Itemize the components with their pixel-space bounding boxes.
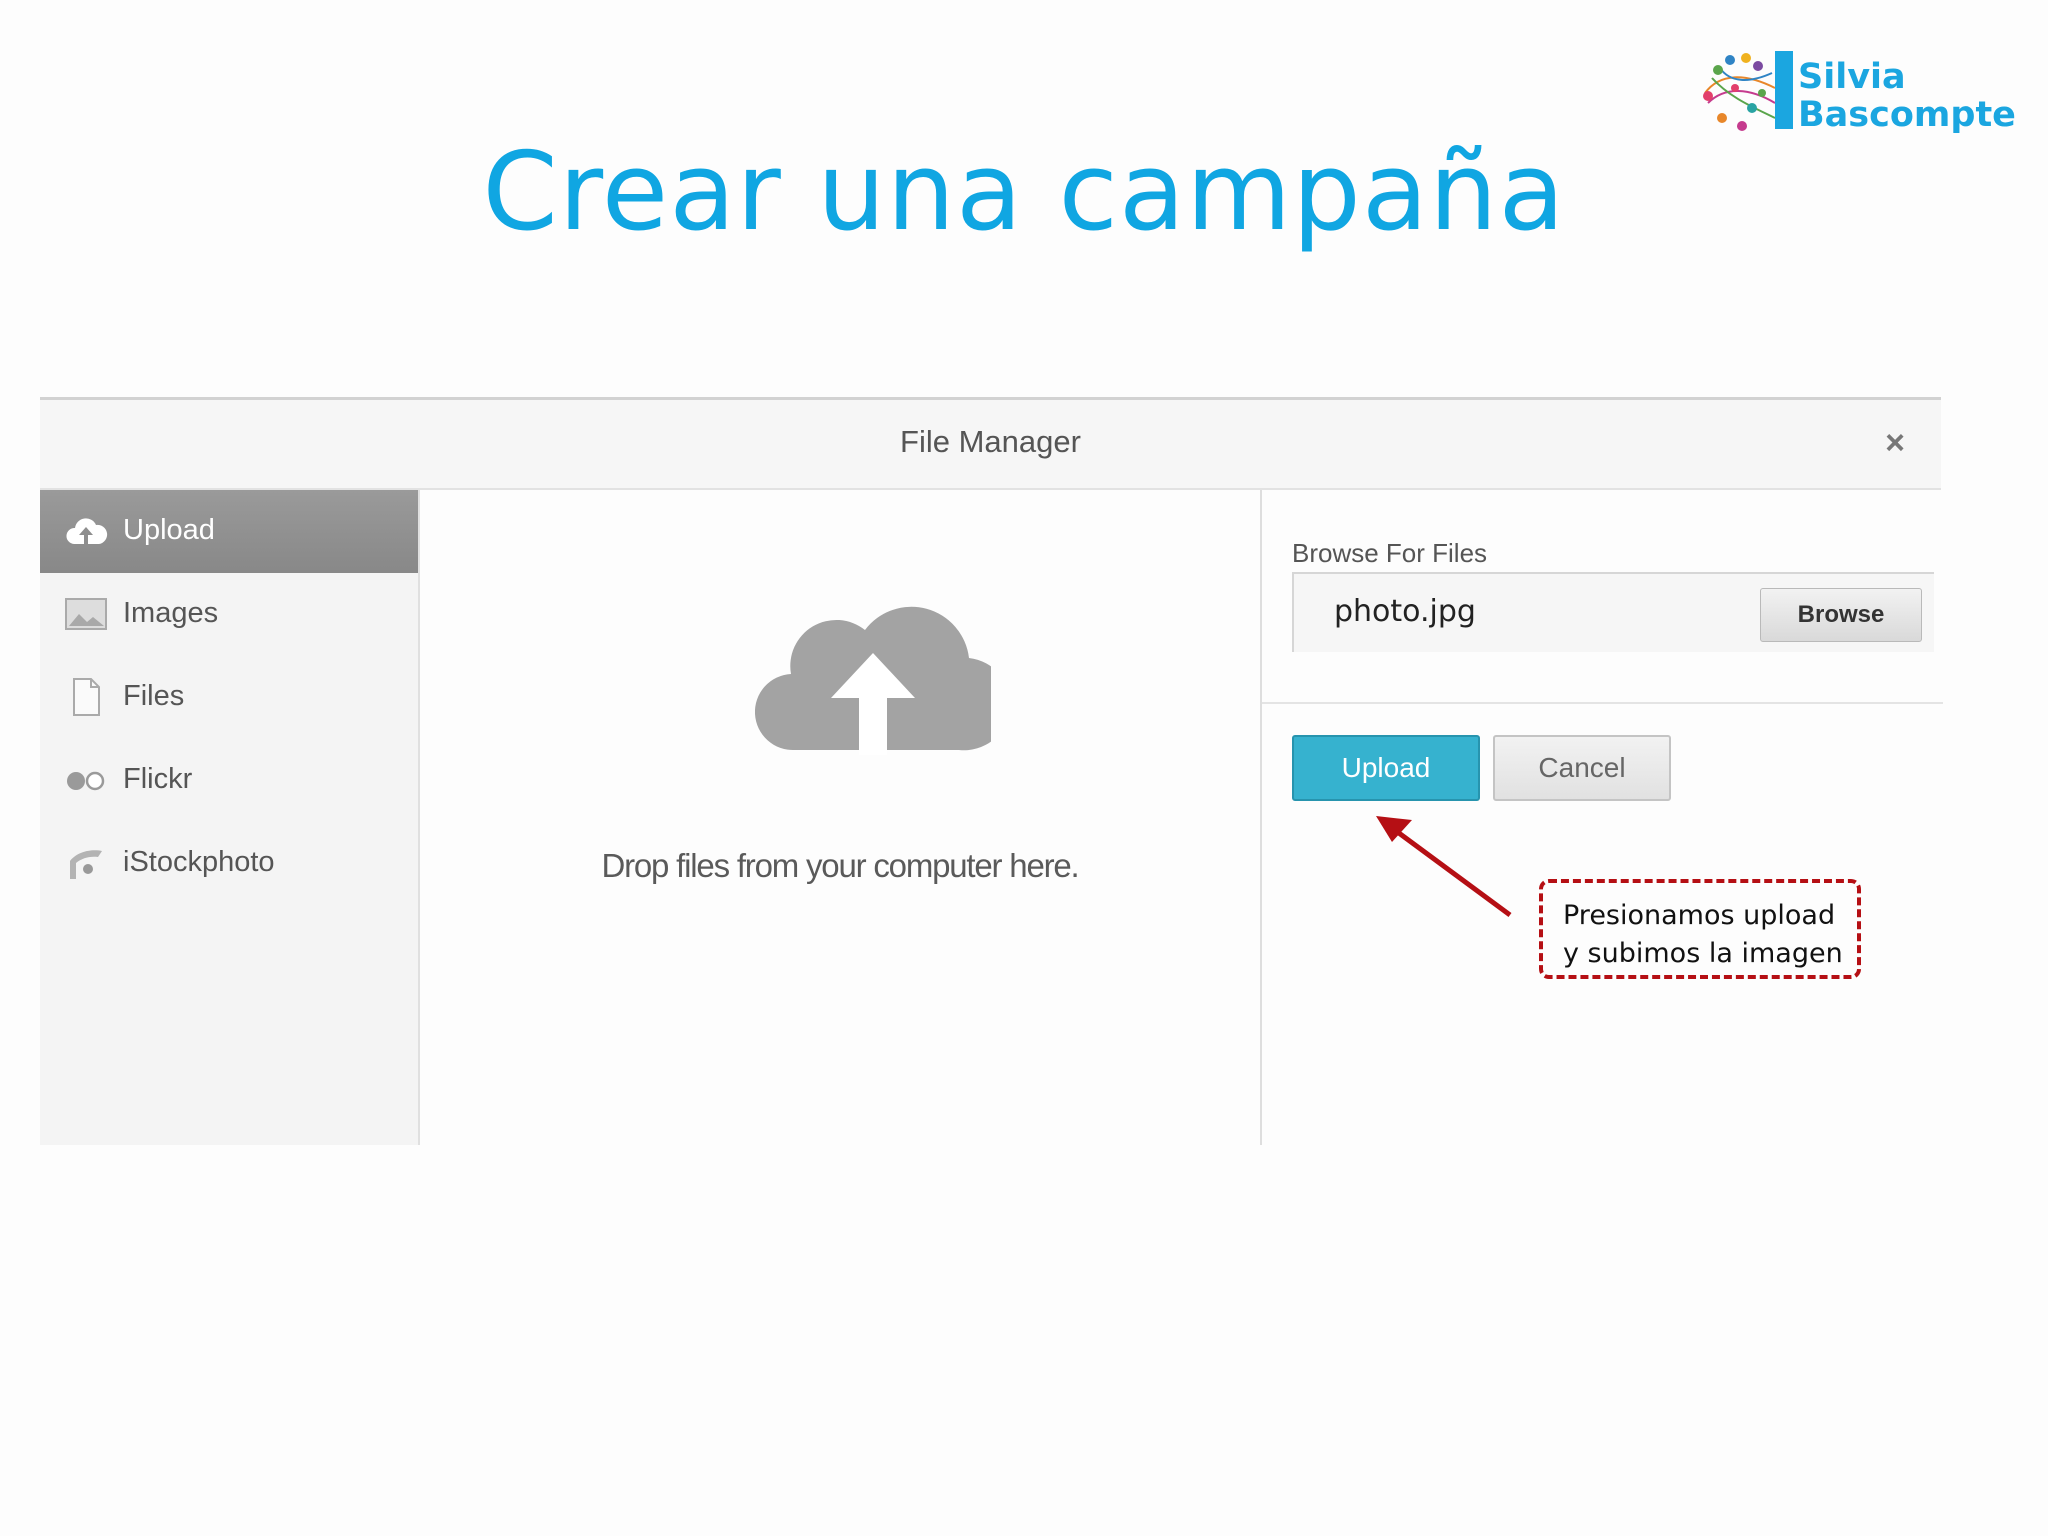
upload-button[interactable]: Upload — [1292, 735, 1480, 801]
slide-title: Crear una campaña — [482, 130, 1566, 255]
istockphoto-icon — [70, 850, 102, 879]
sidebar-item-files[interactable]: Files — [40, 656, 418, 739]
browse-button[interactable]: Browse — [1760, 588, 1922, 642]
logo-text: Silvia Bascompte — [1798, 58, 2016, 134]
sidebar-item-images[interactable]: Images — [40, 573, 418, 656]
sidebar-item-label: iStockphoto — [123, 846, 275, 878]
sidebar-item-upload[interactable]: Upload — [40, 490, 418, 573]
sidebar-item-label: Flickr — [123, 763, 193, 795]
logo: Silvia Bascompte — [1700, 48, 2020, 138]
cloud-upload-icon — [66, 518, 108, 544]
file-path-field[interactable]: photo.jpg Browse — [1292, 572, 1934, 652]
browse-label: Browse For Files — [1292, 538, 1488, 568]
annotation-line1: Presionamos upload — [1563, 900, 1836, 931]
drop-zone-text: Drop files from your computer here. — [601, 847, 1079, 884]
sidebar-item-istockphoto[interactable]: iStockphoto — [40, 822, 418, 905]
sidebar-item-flickr[interactable]: Flickr — [40, 739, 418, 822]
logo-line2: Bascompte — [1798, 95, 2016, 135]
file-manager-dialog: File Manager × Upload Images Files Flick… — [40, 397, 1943, 1145]
dialog-title: File Manager — [900, 424, 1081, 459]
drop-zone[interactable]: Drop files from your computer here. — [420, 490, 1260, 1145]
file-icon — [73, 678, 100, 716]
logo-graphic-icon — [1703, 53, 1776, 131]
file-path-value: photo.jpg — [1334, 594, 1476, 629]
upload-panel: Browse For Files photo.jpg Browse Upload… — [1260, 490, 1943, 1145]
sidebar-item-label: Upload — [123, 514, 215, 546]
sidebar: Upload Images Files Flickr iStockphoto — [40, 490, 420, 1145]
annotation-arrow-icon — [1376, 816, 1512, 918]
image-icon — [65, 598, 107, 630]
annotation-callout: Presionamos upload y subimos la imagen — [1539, 879, 1861, 979]
divider — [1262, 702, 1943, 704]
cloud-upload-icon — [755, 606, 991, 755]
flickr-icon — [67, 771, 105, 791]
sidebar-item-label: Files — [123, 680, 185, 712]
annotation-line2: y subimos la imagen — [1563, 938, 1843, 969]
sidebar-item-label: Images — [123, 597, 219, 629]
cancel-button[interactable]: Cancel — [1493, 735, 1671, 801]
dialog-header: File Manager × — [40, 400, 1941, 490]
close-icon[interactable]: × — [1885, 426, 1905, 460]
logo-line1: Silvia — [1798, 57, 1906, 97]
logo-bar — [1775, 51, 1793, 129]
